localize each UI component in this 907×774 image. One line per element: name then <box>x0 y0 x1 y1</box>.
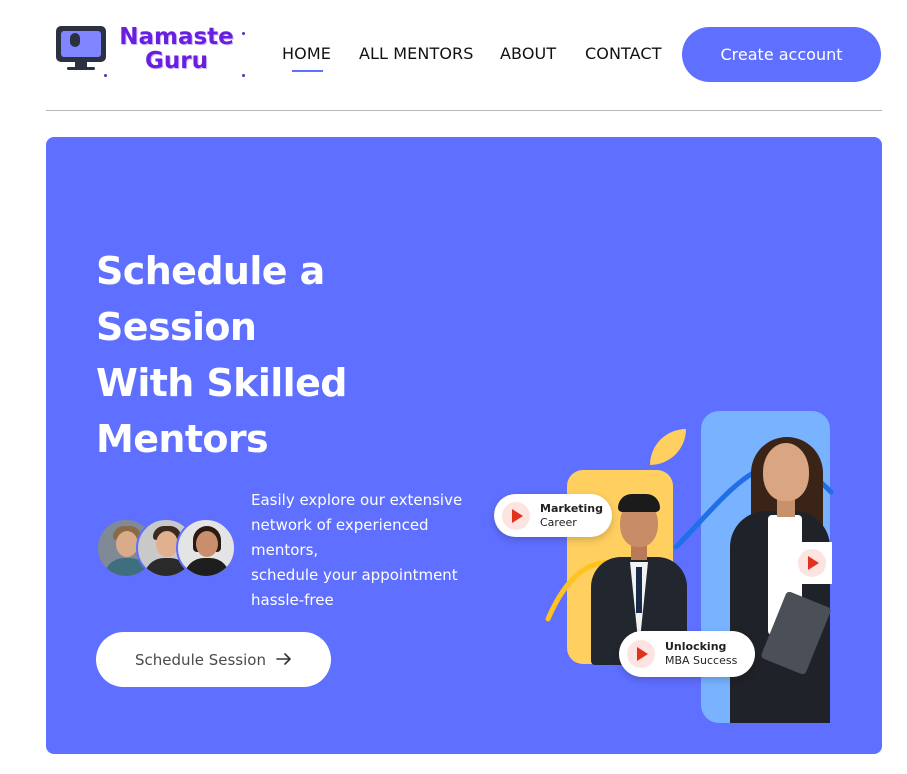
nav-active-indicator <box>292 70 323 72</box>
hero-description-line: network of experienced <box>251 516 429 534</box>
hero-description-line: hassle-free <box>251 591 334 609</box>
course-pill-marketing[interactable]: Marketing Career <box>494 494 612 537</box>
pill-subtitle: MBA Success <box>665 654 738 667</box>
create-account-button[interactable]: Create account <box>682 27 881 82</box>
brand-line-1: Namaste <box>119 24 234 50</box>
schedule-session-button[interactable]: Schedule Session <box>96 632 331 687</box>
hero-title-line: Session <box>96 305 257 349</box>
avatar <box>176 518 236 578</box>
nav-about[interactable]: ABOUT <box>500 44 556 63</box>
play-icon <box>502 501 530 530</box>
header-divider <box>46 110 882 111</box>
course-pill-mba[interactable]: Unlocking MBA Success <box>619 631 755 677</box>
brand-name: Namaste Guru <box>114 25 239 73</box>
hero-title: Schedule a Session With Skilled Mentors <box>96 243 426 467</box>
nav-all-mentors[interactable]: ALL MENTORS <box>359 44 473 63</box>
hero-title-line: Mentors <box>96 417 269 461</box>
play-icon <box>627 640 655 668</box>
play-button[interactable] <box>792 542 832 584</box>
mic-icon <box>70 33 80 47</box>
nav-contact[interactable]: CONTACT <box>585 44 662 63</box>
brand-line-2: Guru <box>145 48 208 74</box>
pill-title: Unlocking <box>665 640 727 653</box>
hero-description-line: schedule your appointment <box>251 566 458 584</box>
hero-banner: Schedule a Session With Skilled Mentors … <box>46 137 882 754</box>
nav-home[interactable]: HOME <box>282 44 331 63</box>
hero-title-line: With Skilled <box>96 361 347 405</box>
hero-description-line: mentors, <box>251 541 319 559</box>
hero-description-line: Easily explore our extensive <box>251 491 463 509</box>
brand-logo[interactable]: Namaste Guru <box>56 24 246 78</box>
monitor-icon <box>56 26 106 62</box>
schedule-session-label: Schedule Session <box>135 650 266 669</box>
play-icon <box>798 549 826 577</box>
hero-description: Easily explore our extensive network of … <box>251 488 481 613</box>
mentor-avatars <box>96 518 236 580</box>
pill-subtitle: Career <box>540 515 577 529</box>
hero-title-line: Schedule a <box>96 249 325 293</box>
pill-title: Marketing <box>540 501 604 515</box>
arrow-right-icon <box>276 651 292 669</box>
